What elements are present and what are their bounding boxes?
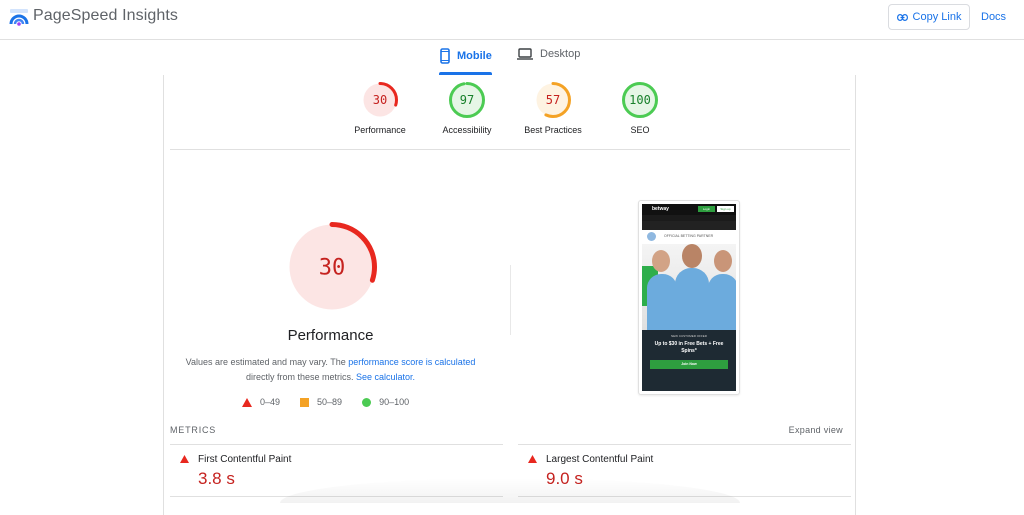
gauge-score: 57 xyxy=(546,93,560,107)
pagespeed-logo-icon[interactable] xyxy=(9,7,29,27)
shot-head-2 xyxy=(682,244,702,268)
desc-text-2: directly from these metrics. xyxy=(245,372,356,382)
device-tabs: Mobile Desktop xyxy=(0,40,1024,75)
gauge-summary: 30 Performance 97 Accessibility 57 Best Pra… xyxy=(164,75,855,150)
gauge-label: Accessibility xyxy=(442,125,492,135)
legend-pass-label: 90–100 xyxy=(379,397,410,407)
gauge-ring: 30 xyxy=(287,222,377,312)
shot-cta: Join Now xyxy=(650,360,728,369)
link-icon xyxy=(896,13,908,21)
fail-triangle-icon xyxy=(180,455,189,463)
fail-triangle-icon xyxy=(528,455,537,463)
desc-text: Values are estimated and may vary. The xyxy=(185,357,349,367)
metrics-heading: METRICS xyxy=(170,425,217,435)
gauge-label: SEO xyxy=(630,125,650,135)
shot-offer: NEW CUSTOMER OFFER Up to $30 in Free Bet… xyxy=(642,330,736,391)
circle-icon xyxy=(362,397,372,407)
shot-brand: betway xyxy=(652,206,669,212)
vertical-divider xyxy=(510,265,511,335)
docs-link[interactable]: Docs xyxy=(981,11,1006,23)
shot-signup: Sign up xyxy=(717,206,734,212)
final-screenshot[interactable]: betway Login Sign up OFFICIAL BETTING PA… xyxy=(638,200,740,395)
shot-player-2 xyxy=(675,268,709,334)
gauge-performance[interactable]: 30 Performance xyxy=(330,81,430,135)
copy-link-label: Copy Link xyxy=(912,11,962,23)
shot-hero xyxy=(642,244,736,334)
metric-value: 3.8 s xyxy=(198,469,235,488)
gauge-score: 97 xyxy=(460,93,474,107)
top-bar: PageSpeed Insights Copy Link Docs xyxy=(0,0,1024,40)
tab-desktop-label: Desktop xyxy=(540,48,581,60)
gauge-score: 30 xyxy=(373,93,387,107)
legend-fail-label: 0–49 xyxy=(260,397,281,407)
metric-name: First Contentful Paint xyxy=(198,454,292,465)
gauge-accessibility[interactable]: 97 Accessibility xyxy=(417,81,517,135)
metric-name: Largest Contentful Paint xyxy=(546,454,654,465)
gauge-score: 30 xyxy=(319,256,346,281)
smartphone-icon xyxy=(440,48,450,64)
gauge-ring: 57 xyxy=(535,82,571,118)
performance-gauge-large: 30 xyxy=(286,221,378,318)
shot-head-1 xyxy=(652,250,670,272)
shot-offer-kicker: NEW CUSTOMER OFFER xyxy=(671,334,707,338)
performance-description: Values are estimated and may vary. The p… xyxy=(184,355,477,385)
legend-pass: 90–100 xyxy=(362,397,409,407)
gauge-ring: 97 xyxy=(449,82,485,118)
tab-desktop[interactable]: Desktop xyxy=(517,48,580,60)
shot-head-3 xyxy=(714,250,732,272)
gauge-label: Best Practices xyxy=(524,125,582,135)
shot-club-crest-icon xyxy=(647,232,656,241)
shot-offer-text: Up to $30 in Free Bets + Free Spins* xyxy=(654,341,724,354)
triangle-icon xyxy=(242,397,252,407)
square-icon xyxy=(300,397,310,407)
legend-average-label: 50–89 xyxy=(317,397,343,407)
tab-mobile-label: Mobile xyxy=(457,50,492,62)
expand-view-toggle[interactable]: Expand view xyxy=(789,425,843,435)
screenshot-image: betway Login Sign up OFFICIAL BETTING PA… xyxy=(642,204,736,391)
shot-login: Login xyxy=(698,206,715,212)
shot-player-3 xyxy=(708,274,736,334)
shot-player-1 xyxy=(647,274,677,334)
copy-link-button[interactable]: Copy Link xyxy=(888,4,970,30)
shot-nav: betway Login Sign up xyxy=(642,204,736,215)
see-calculator-link[interactable]: See calculator. xyxy=(356,372,415,382)
performance-title: Performance xyxy=(287,327,374,344)
shot-partner-bar: OFFICIAL BETTING PARTNER xyxy=(642,230,736,244)
legend-fail: 0–49 xyxy=(242,397,280,407)
divider xyxy=(170,149,850,150)
gauge-score: 100 xyxy=(629,93,651,107)
gauge-ring: 100 xyxy=(622,82,658,118)
gauge-seo[interactable]: 100 SEO xyxy=(590,81,690,135)
app-title[interactable]: PageSpeed Insights xyxy=(33,7,178,25)
shot-cookie xyxy=(642,221,736,230)
gauge-label: Performance xyxy=(354,125,406,135)
legend-average: 50–89 xyxy=(300,397,342,407)
laptop-icon xyxy=(517,48,533,60)
gauge-ring: 30 xyxy=(362,82,398,118)
score-calculated-link[interactable]: performance score is calculated xyxy=(348,357,475,367)
tab-mobile[interactable]: Mobile xyxy=(440,48,492,64)
report-panel: 30 Performance 97 Accessibility 57 Best Pra… xyxy=(163,75,856,515)
score-legend: 0–49 50–89 90–100 xyxy=(242,397,429,407)
gauge-best-practices[interactable]: 57 Best Practices xyxy=(503,81,603,135)
shot-partner-text: OFFICIAL BETTING PARTNER xyxy=(664,234,714,238)
